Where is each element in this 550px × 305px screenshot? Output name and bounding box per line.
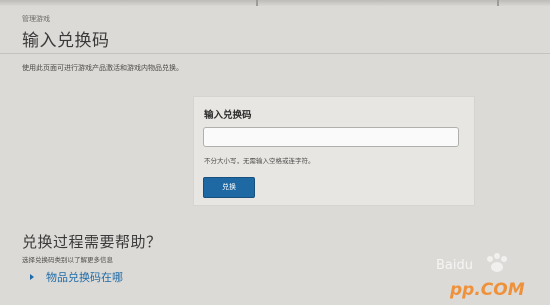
intro-text: 使用此页面可进行游戏产品激活和游戏内物品兑换。: [22, 64, 183, 72]
input-hint: 不分大小写，无需输入空格或连字符。: [204, 157, 315, 165]
tab-divider: [256, 0, 258, 6]
help-link-label: 物品兑换码在哪: [46, 271, 123, 284]
breadcrumb[interactable]: 管理游戏: [22, 14, 50, 24]
help-subtext: 选择兑换码类别以了解更多信息: [22, 256, 113, 264]
top-navigation-bar: [0, 0, 550, 6]
watermark-site: pp.COM: [449, 280, 525, 300]
page-title: 输入兑换码: [22, 31, 110, 51]
redeem-button[interactable]: 兑换: [203, 177, 255, 198]
redeem-code-panel: 输入兑换码 不分大小写，无需输入空格或连字符。 兑换: [193, 96, 475, 206]
paw-icon: [487, 253, 507, 272]
tab-divider: [497, 0, 499, 6]
watermark-logo: Baidu pp.COM: [436, 253, 525, 300]
help-heading: 兑换过程需要帮助？: [22, 233, 162, 251]
redeem-code-input[interactable]: [203, 127, 459, 147]
watermark-brand: Baidu: [436, 258, 473, 273]
item-code-help-link[interactable]: 物品兑换码在哪: [30, 269, 123, 285]
panel-title: 输入兑换码: [204, 110, 252, 121]
header-divider: [0, 53, 550, 54]
chevron-right-icon: [30, 274, 34, 280]
